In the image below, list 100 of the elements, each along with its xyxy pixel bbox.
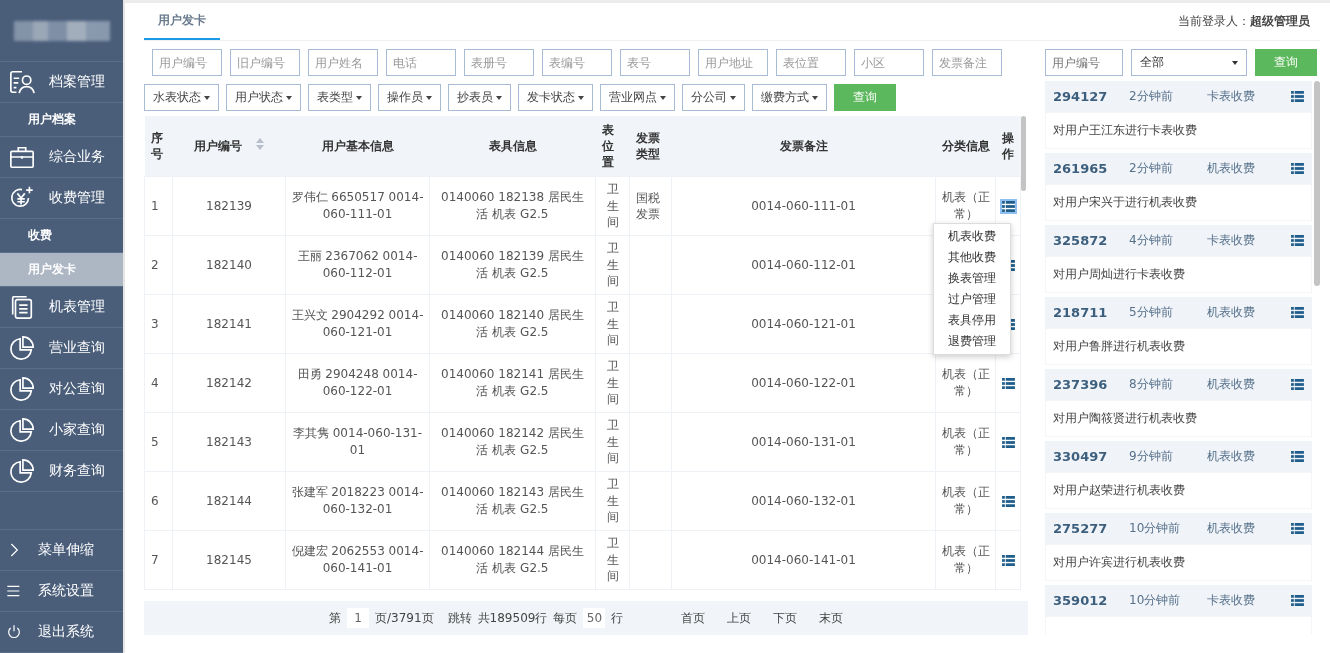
table-cell: 机表（正常） xyxy=(941,484,990,518)
user-number: 330497 xyxy=(1053,449,1109,464)
filter-dropdown[interactable]: 操作员 xyxy=(378,84,441,111)
type-select[interactable]: 全部 xyxy=(1131,49,1247,76)
menu-option[interactable]: 过户管理 xyxy=(934,288,1010,310)
filter-dropdown[interactable]: 营业网点 xyxy=(600,84,675,111)
filter-field[interactable]: 发票备注 xyxy=(932,49,1002,76)
activity-text: 对用户周灿进行卡表收费 xyxy=(1053,266,1185,283)
menu-item[interactable]: 系统设置 xyxy=(0,571,123,612)
menu-option[interactable]: 机表收费 xyxy=(934,225,1010,247)
charge-type: 机表收费 xyxy=(1207,520,1256,537)
pager-label: 页/3791页 xyxy=(375,609,434,627)
filter-field[interactable]: 旧户编号 xyxy=(230,49,300,76)
menu-item[interactable]: 机表管理 xyxy=(0,287,123,328)
table-cell: 182143 xyxy=(206,434,252,449)
menu-option[interactable]: 换表管理 xyxy=(934,267,1010,289)
menu-item[interactable]: 菜单伸缩 xyxy=(0,530,123,571)
table-cell: 李其隽 0014-060-131-01 xyxy=(292,426,423,457)
filter-dropdown[interactable]: 表类型 xyxy=(308,84,371,111)
table-cell: 3 xyxy=(151,316,159,331)
table-cell: 182144 xyxy=(206,493,252,508)
filter-field[interactable]: 表编号 xyxy=(542,49,612,76)
time-ago: 9分钟前 xyxy=(1129,448,1174,465)
activity-text: 对用户许宾进行机表收费 xyxy=(1053,554,1185,571)
table-cell: 王兴文 2904292 0014-060-121-01 xyxy=(291,308,424,339)
time-ago: 5分钟前 xyxy=(1129,304,1174,321)
table-cell: 倪建宏 2062553 0014-060-141-01 xyxy=(291,544,424,575)
menu-item[interactable]: 对公查询 xyxy=(0,369,123,410)
menu-item[interactable]: 档案管理 xyxy=(0,62,123,103)
filter-field[interactable]: 小区 xyxy=(854,49,924,76)
menu-item[interactable]: 综合业务 xyxy=(0,137,123,178)
table-cell-text: 0140060 182143 居民生活 机表 G2.5 xyxy=(440,484,585,518)
filter-field[interactable]: 表位置 xyxy=(776,49,846,76)
table-cell: 5 xyxy=(151,434,159,449)
menu-item[interactable]: 退出系统 xyxy=(0,612,123,653)
user-number: 237396 xyxy=(1053,377,1109,392)
filter-field[interactable]: 表册号 xyxy=(464,49,534,76)
filter-dropdown[interactable]: 分公司 xyxy=(682,84,745,111)
filter-dropdown[interactable]: 抄表员 xyxy=(448,84,511,111)
table-cell: 182139 xyxy=(206,198,252,213)
filter-dropdown[interactable]: 发卡状态 xyxy=(518,84,593,111)
activity-text: 对用户王江东进行卡表收费 xyxy=(1053,122,1197,139)
table-cell: 卫生间 xyxy=(606,476,619,525)
user-number: 261965 xyxy=(1053,161,1109,176)
pager-label: 行 xyxy=(611,609,624,627)
tab[interactable]: 用户发卡 xyxy=(144,12,220,40)
table-cell: 4 xyxy=(151,375,159,390)
table-cell: 0014-060-112-01 xyxy=(751,257,856,272)
time-ago: 4分钟前 xyxy=(1129,232,1174,249)
column-header: 表位置 xyxy=(601,121,614,171)
charge-type: 机表收费 xyxy=(1207,160,1256,177)
user-number: 218711 xyxy=(1053,305,1109,320)
column-header: 序号 xyxy=(150,129,163,163)
page-link[interactable]: 上页 xyxy=(727,609,752,627)
per-page-field[interactable]: 50 xyxy=(583,608,606,628)
table-cell-text: 0140060 182138 居民生活 机表 G2.5 xyxy=(440,189,585,223)
search-field[interactable]: 用户编号 xyxy=(1045,49,1123,76)
pager-label: 每页 xyxy=(553,609,578,627)
user-number: 325872 xyxy=(1053,233,1109,248)
table-cell: 卫生间 xyxy=(606,299,619,348)
pager-label: 第 xyxy=(329,609,341,627)
current-user: 当前登录人：超级管理员 xyxy=(1178,13,1310,30)
time-ago: 10分钟前 xyxy=(1129,520,1182,537)
menu-item[interactable]: 营业查询 xyxy=(0,328,123,369)
table-cell: 0014-060-131-01 xyxy=(751,434,856,449)
filter-dropdown[interactable]: 缴费方式 xyxy=(752,84,827,111)
filter-dropdown[interactable]: 用户状态 xyxy=(226,84,301,111)
page-link[interactable]: 末页 xyxy=(819,609,844,627)
user-number: 294127 xyxy=(1053,89,1109,104)
jump-link[interactable]: 跳转 xyxy=(447,609,472,627)
table-cell: 国税发票 xyxy=(636,189,660,222)
menu-item[interactable]: 小家查询 xyxy=(0,410,123,451)
time-ago: 2分钟前 xyxy=(1129,88,1174,105)
filter-dropdown[interactable]: 水表状态 xyxy=(144,84,219,111)
menu-option[interactable]: 退费管理 xyxy=(934,330,1010,352)
total-rows: 共189509行 xyxy=(477,609,548,627)
page-link[interactable]: 下页 xyxy=(773,609,798,627)
column-header: 操作 xyxy=(1001,129,1014,163)
menu-option[interactable]: 表具停用 xyxy=(934,309,1010,331)
menu-option[interactable]: 其他收费 xyxy=(934,246,1010,268)
table-cell: 张建军 2018223 0014-060-132-01 xyxy=(291,485,424,516)
column-header[interactable]: 用户编号 xyxy=(194,137,242,155)
charge-type: 卡表收费 xyxy=(1207,88,1256,105)
table-cell-text: 0140060 182139 居民生活 机表 G2.5 xyxy=(440,248,585,282)
page-link[interactable]: 首页 xyxy=(681,609,706,627)
time-ago: 2分钟前 xyxy=(1129,160,1174,177)
page-field[interactable]: 1 xyxy=(347,608,369,628)
filter-field[interactable]: 电话 xyxy=(386,49,456,76)
menu-item[interactable]: 财务查询 xyxy=(0,451,123,492)
column-header: 发票备注 xyxy=(779,137,828,155)
time-ago: 8分钟前 xyxy=(1129,376,1174,393)
submenu-item[interactable]: 用户档案 xyxy=(0,103,123,137)
menu-item[interactable]: 收费管理 xyxy=(0,178,123,219)
filter-field[interactable]: 用户姓名 xyxy=(308,49,378,76)
filter-field[interactable]: 用户编号 xyxy=(152,49,222,76)
column-header: 分类信息 xyxy=(941,137,990,155)
filter-field[interactable]: 用户地址 xyxy=(698,49,768,76)
user-number: 275277 xyxy=(1053,521,1109,536)
filter-field[interactable]: 表号 xyxy=(620,49,690,76)
user-number: 359012 xyxy=(1053,593,1109,608)
